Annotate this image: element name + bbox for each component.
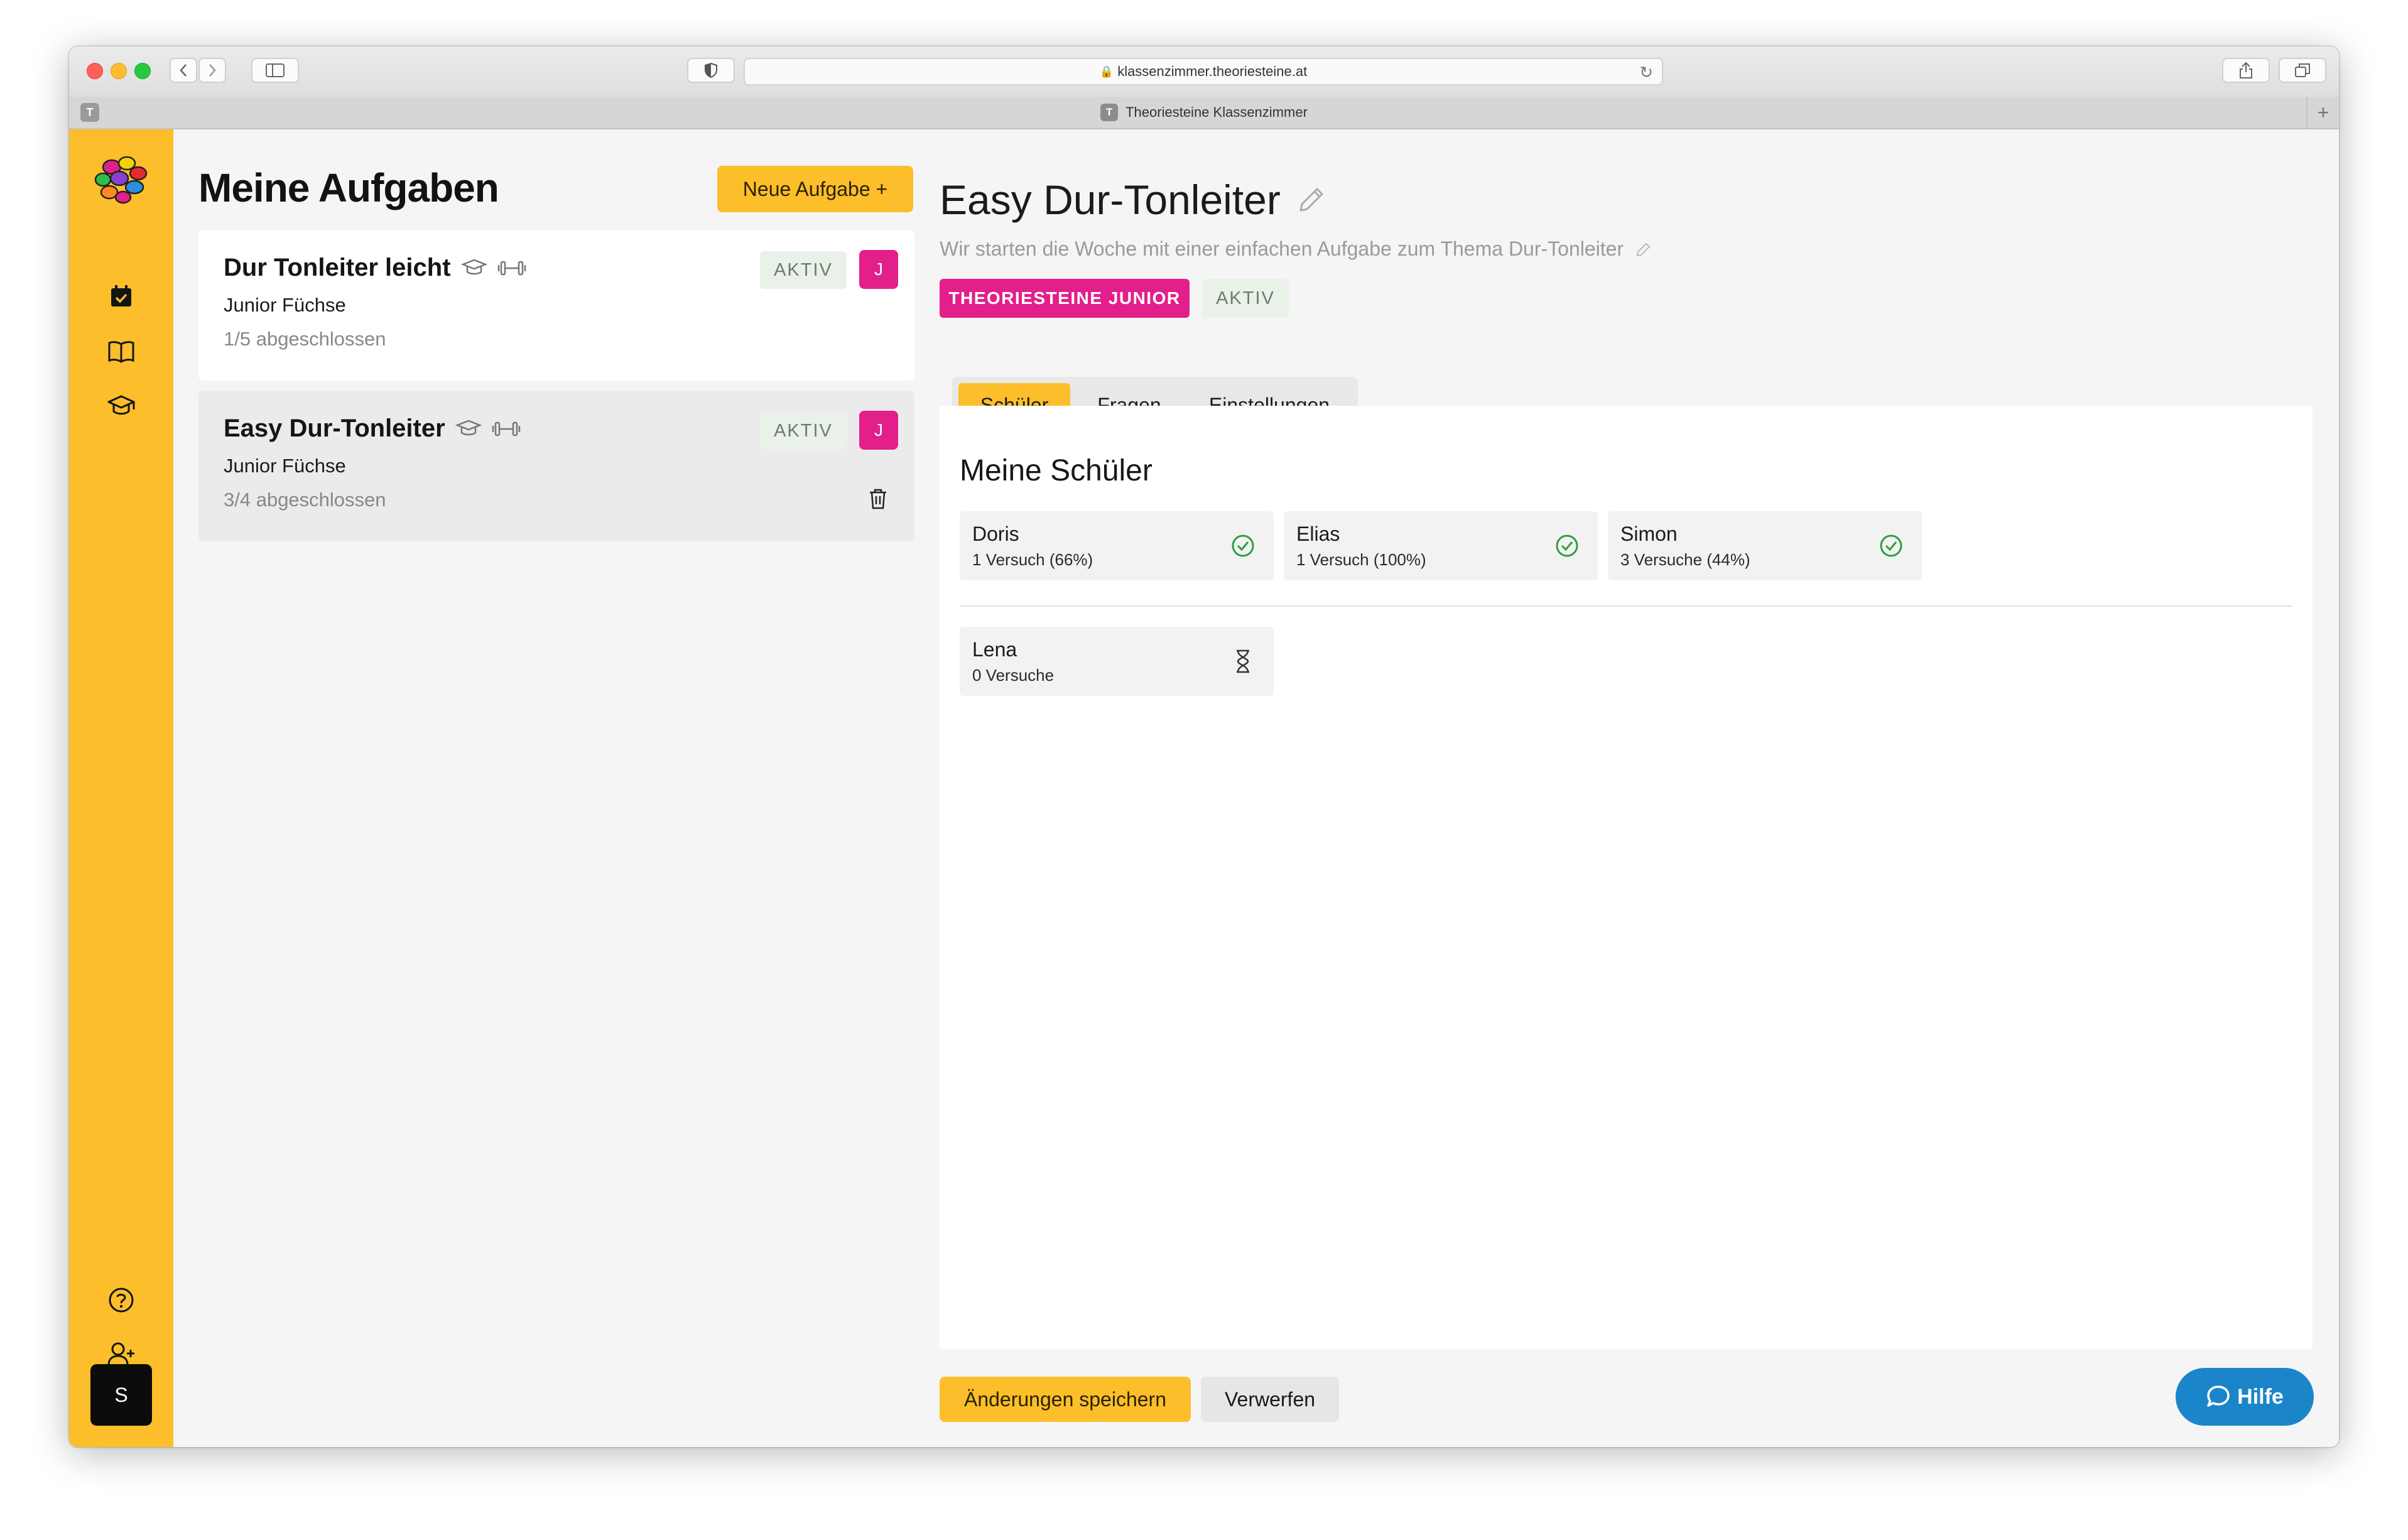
tabs-icon [2295, 63, 2310, 77]
task-name-row: Dur Tonleiter leicht [224, 254, 526, 282]
address-bar[interactable]: 🔒 klassenzimmer.theoriesteine.at ↻ [744, 58, 1663, 85]
status-badge: AKTIV [760, 251, 847, 289]
course-tag: THEORIESTEINE JUNIOR [940, 279, 1190, 318]
help-circle-icon[interactable] [105, 1284, 138, 1316]
student-name: Doris [972, 523, 1019, 545]
graduation-cap-icon [460, 258, 487, 279]
student-card[interactable]: Simon 3 Versuche (44%) [1608, 511, 1922, 580]
graduation-cap-icon [455, 418, 482, 440]
share-icon [2240, 62, 2252, 79]
shield-icon [705, 62, 717, 79]
privacy-report-button[interactable] [687, 58, 735, 83]
student-attempts: 1 Versuch (66%) [972, 550, 1093, 569]
close-window-button[interactable] [87, 63, 103, 79]
zoom-window-button[interactable] [134, 63, 151, 79]
students-panel: Meine Schüler Doris 1 Versuch (66%) Elia… [940, 406, 2313, 1349]
save-changes-button[interactable]: Änderungen speichern [940, 1377, 1191, 1422]
check-circle-icon [1554, 533, 1580, 559]
panel-title: Meine Schüler [960, 454, 1152, 487]
chevron-right-icon [209, 64, 216, 77]
minimize-window-button[interactable] [111, 63, 127, 79]
url-text: klassenzimmer.theoriesteine.at [1117, 63, 1308, 79]
browser-toolbar: 🔒 klassenzimmer.theoriesteine.at ↻ [69, 46, 2339, 98]
task-description: Wir starten die Woche mit einer einfache… [940, 237, 1624, 260]
edit-title-pencil-icon[interactable] [1294, 183, 1328, 217]
tab-overview-button[interactable] [2279, 58, 2326, 83]
task-progress: 3/4 abgeschlossen [224, 489, 386, 511]
lock-icon: 🔒 [1099, 65, 1114, 78]
sidebar-icon [266, 63, 285, 77]
divider [960, 605, 2292, 607]
student-attempts: 1 Versuch (100%) [1296, 550, 1426, 569]
class-badge: J [859, 411, 898, 450]
status-badge: AKTIV [760, 412, 847, 450]
page-title: Meine Aufgaben [198, 165, 499, 210]
task-card[interactable]: Dur Tonleiter leicht Junior Füchse 1/5 a… [198, 230, 914, 381]
task-detail-title: Easy Dur-Tonleiter [940, 176, 1281, 223]
book-open-icon[interactable] [105, 335, 138, 368]
logo-icon[interactable] [90, 148, 153, 211]
status-badge: AKTIV [1202, 279, 1289, 318]
student-name: Lena [972, 638, 1017, 661]
new-tab-button[interactable]: + [2306, 97, 2339, 128]
forward-button[interactable] [198, 58, 226, 83]
user-avatar[interactable]: S [90, 1364, 152, 1426]
back-button[interactable] [170, 58, 197, 83]
browser-tab-title: Theoriesteine Klassenzimmer [1125, 104, 1308, 120]
dumbbell-icon [497, 259, 526, 278]
app-area: S Meine Aufgaben Neue Aufgabe + Dur Tonl… [69, 129, 2339, 1447]
student-name: Simon [1620, 523, 1678, 545]
sidebar: S [69, 129, 173, 1447]
task-progress: 1/5 abgeschlossen [224, 328, 386, 350]
new-task-button[interactable]: Neue Aufgabe + [717, 166, 913, 212]
calendar-check-icon[interactable] [105, 280, 138, 313]
reload-icon[interactable]: ↻ [1639, 63, 1653, 82]
check-circle-icon [1230, 533, 1256, 559]
student-card[interactable]: Elias 1 Versuch (100%) [1284, 511, 1598, 580]
discard-button[interactable]: Verwerfen [1201, 1377, 1339, 1422]
student-card[interactable]: Lena 0 Versuche [960, 627, 1274, 696]
browser-tab-bar: T T Theoriesteine Klassenzimmer + [69, 97, 2339, 129]
task-description-row: Wir starten die Woche mit einer einfache… [940, 237, 1652, 261]
task-class: Junior Füchse [224, 294, 346, 316]
hourglass-icon [1230, 648, 1256, 675]
chevron-left-icon [180, 64, 187, 77]
browser-tab-active[interactable]: T Theoriesteine Klassenzimmer [69, 97, 2339, 128]
task-name: Dur Tonleiter leicht [224, 254, 451, 281]
task-name: Easy Dur-Tonleiter [224, 415, 445, 442]
chat-bubble-icon [2207, 1385, 2230, 1407]
task-class: Junior Füchse [224, 455, 346, 477]
check-circle-icon [1878, 533, 1904, 559]
browser-window: 🔒 klassenzimmer.theoriesteine.at ↻ T T T… [69, 46, 2339, 1447]
class-badge: J [859, 250, 898, 289]
task-detail-title-row: Easy Dur-Tonleiter [940, 176, 1328, 224]
dumbbell-icon [492, 420, 521, 438]
student-attempts: 3 Versuche (44%) [1620, 550, 1750, 569]
sidebar-toggle-button[interactable] [251, 58, 299, 83]
student-card[interactable]: Doris 1 Versuch (66%) [960, 511, 1274, 580]
trash-icon[interactable] [864, 485, 892, 512]
share-button[interactable] [2222, 58, 2270, 83]
task-name-row: Easy Dur-Tonleiter [224, 415, 521, 443]
student-name: Elias [1296, 523, 1340, 545]
help-button[interactable]: Hilfe [2176, 1368, 2314, 1426]
help-label: Hilfe [2237, 1384, 2284, 1409]
favicon-icon: T [1100, 104, 1119, 121]
graduation-cap-icon[interactable] [105, 389, 138, 422]
edit-description-pencil-icon[interactable] [1635, 241, 1652, 258]
task-card-selected[interactable]: Easy Dur-Tonleiter Junior Füchse 3/4 abg… [198, 391, 914, 541]
student-attempts: 0 Versuche [972, 666, 1055, 685]
